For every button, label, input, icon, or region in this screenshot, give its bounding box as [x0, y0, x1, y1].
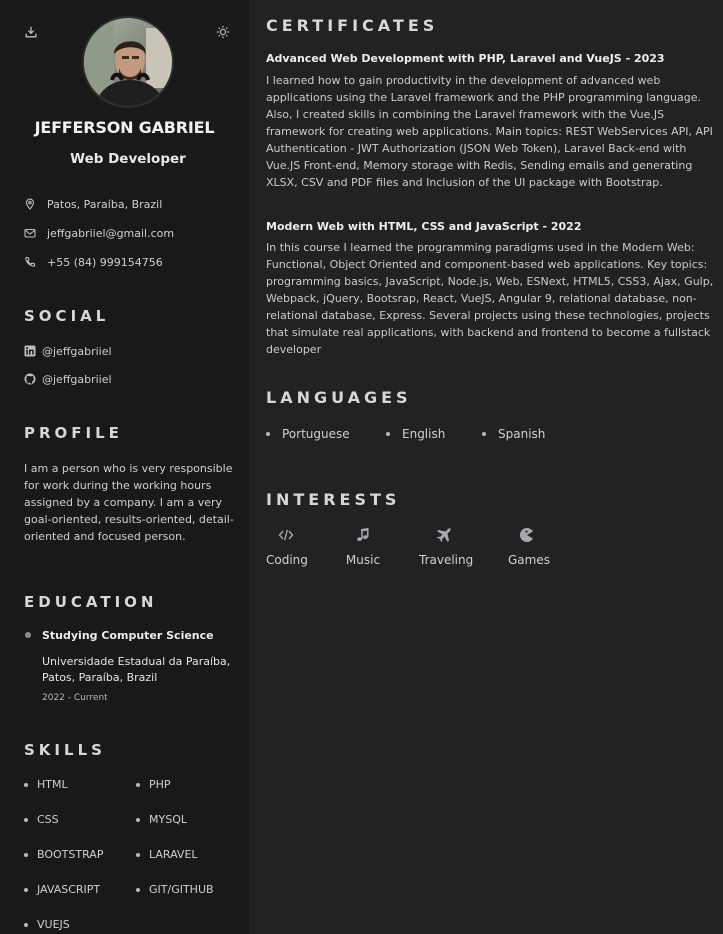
interests-title: INTERESTS — [266, 490, 401, 509]
interest-label: Games — [508, 553, 550, 567]
skills-title: SKILLS — [24, 741, 106, 759]
language-item: Portuguese — [266, 427, 350, 441]
education-period: 2022 - Current — [42, 693, 108, 703]
person-name: JEFFERSON GABRIEL — [34, 118, 215, 137]
skill-label: VUEJS — [37, 918, 70, 931]
music-icon — [355, 527, 371, 543]
map-pin-icon — [24, 198, 36, 210]
pacman-icon — [519, 527, 535, 543]
skill-item: HTML — [24, 778, 68, 791]
certificate-title: Advanced Web Development with PHP, Larav… — [266, 52, 665, 65]
skill-label: LARAVEL — [149, 848, 198, 861]
interest-item-games: Games — [508, 527, 550, 568]
skill-bullet — [136, 817, 140, 822]
skill-bullet — [24, 782, 28, 787]
mail-icon — [24, 227, 36, 239]
social-item-github[interactable]: @jeffgabriiel — [24, 371, 112, 387]
profession: Web Developer — [70, 151, 186, 167]
skill-item: LARAVEL — [136, 848, 198, 861]
skill-bullet — [24, 922, 28, 927]
interest-item-music: Music — [345, 527, 381, 568]
language-item: English — [386, 427, 445, 441]
certificate-description: In this course I learned the programming… — [266, 241, 714, 356]
languages-title: LANGUAGES — [266, 388, 412, 407]
skill-bullet — [136, 887, 140, 892]
language-bullet — [266, 432, 270, 436]
contact-email-text[interactable]: jeffgabriiel@gmail.com — [47, 227, 174, 240]
language-bullet — [386, 432, 390, 436]
interest-label: Music — [345, 553, 381, 567]
skill-item: PHP — [136, 778, 171, 791]
avatar — [82, 16, 174, 108]
skill-item: BOOTSTRAP — [24, 848, 103, 861]
language-label: Spanish — [498, 427, 546, 441]
language-item: Spanish — [482, 427, 545, 441]
sun-icon[interactable] — [216, 24, 232, 40]
skill-label: JAVASCRIPT — [37, 883, 101, 896]
certificate-description: I learned how to gain productivity in th… — [266, 74, 713, 189]
skill-item: CSS — [24, 813, 59, 826]
download-icon[interactable] — [24, 24, 40, 40]
skill-label: CSS — [37, 813, 59, 826]
contact-location: Patos, Paraíba, Brazil — [24, 196, 162, 212]
skill-item: VUEJS — [24, 918, 70, 931]
interest-item-traveling: Traveling — [419, 527, 473, 568]
skill-label: HTML — [37, 778, 68, 791]
skill-bullet — [24, 887, 28, 892]
sidebar: JEFFERSON GABRIEL Web Developer Patos, P… — [0, 0, 249, 934]
interest-label: Coding — [266, 553, 308, 567]
skill-bullet — [24, 852, 28, 857]
contact-phone-text[interactable]: +55 (84) 999154756 — [47, 256, 163, 269]
social-item-linkedin-label[interactable]: @jeffgabriiel — [42, 345, 112, 358]
profile-title: PROFILE — [24, 424, 123, 442]
certificate-title: Modern Web with HTML, CSS and JavaScript… — [266, 220, 582, 233]
education-degree: Studying Computer Science — [42, 629, 214, 642]
skill-bullet — [136, 782, 140, 787]
interest-item-coding: Coding — [266, 527, 308, 568]
contact-phone[interactable]: +55 (84) 999154756 — [24, 254, 163, 270]
skill-bullet — [24, 817, 28, 822]
language-label: English — [402, 427, 446, 441]
github-icon — [24, 373, 36, 385]
certificates-title: CERTIFICATES — [266, 16, 439, 35]
contact-location-text: Patos, Paraíba, Brazil — [47, 197, 163, 211]
code-icon — [278, 527, 294, 543]
skill-item: GIT/GITHUB — [136, 883, 214, 896]
social-title: SOCIAL — [24, 307, 110, 325]
linkedin-icon — [24, 345, 36, 357]
skill-label: GIT/GITHUB — [149, 883, 214, 896]
education-school: Universidade Estadual da Paraíba, Patos,… — [42, 655, 231, 684]
education-title: EDUCATION — [24, 593, 158, 611]
social-item-linkedin[interactable]: @jeffgabriiel — [24, 343, 112, 359]
language-bullet — [482, 432, 486, 436]
language-label: Portuguese — [282, 427, 350, 441]
skill-label: PHP — [149, 778, 171, 791]
airplane-icon — [436, 527, 452, 543]
skill-label: MYSQL — [149, 813, 187, 826]
interest-label: Traveling — [419, 553, 474, 567]
phone-icon — [24, 256, 36, 268]
skill-item: JAVASCRIPT — [24, 883, 100, 896]
profile-text: I am a person who is very responsible fo… — [24, 462, 234, 543]
skill-item: MYSQL — [136, 813, 187, 826]
contact-email[interactable]: jeffgabriiel@gmail.com — [24, 225, 174, 241]
social-item-github-label[interactable]: @jeffgabriiel — [42, 373, 112, 386]
education-bullet — [25, 632, 31, 638]
skill-label: BOOTSTRAP — [37, 848, 104, 861]
skill-bullet — [136, 852, 140, 857]
